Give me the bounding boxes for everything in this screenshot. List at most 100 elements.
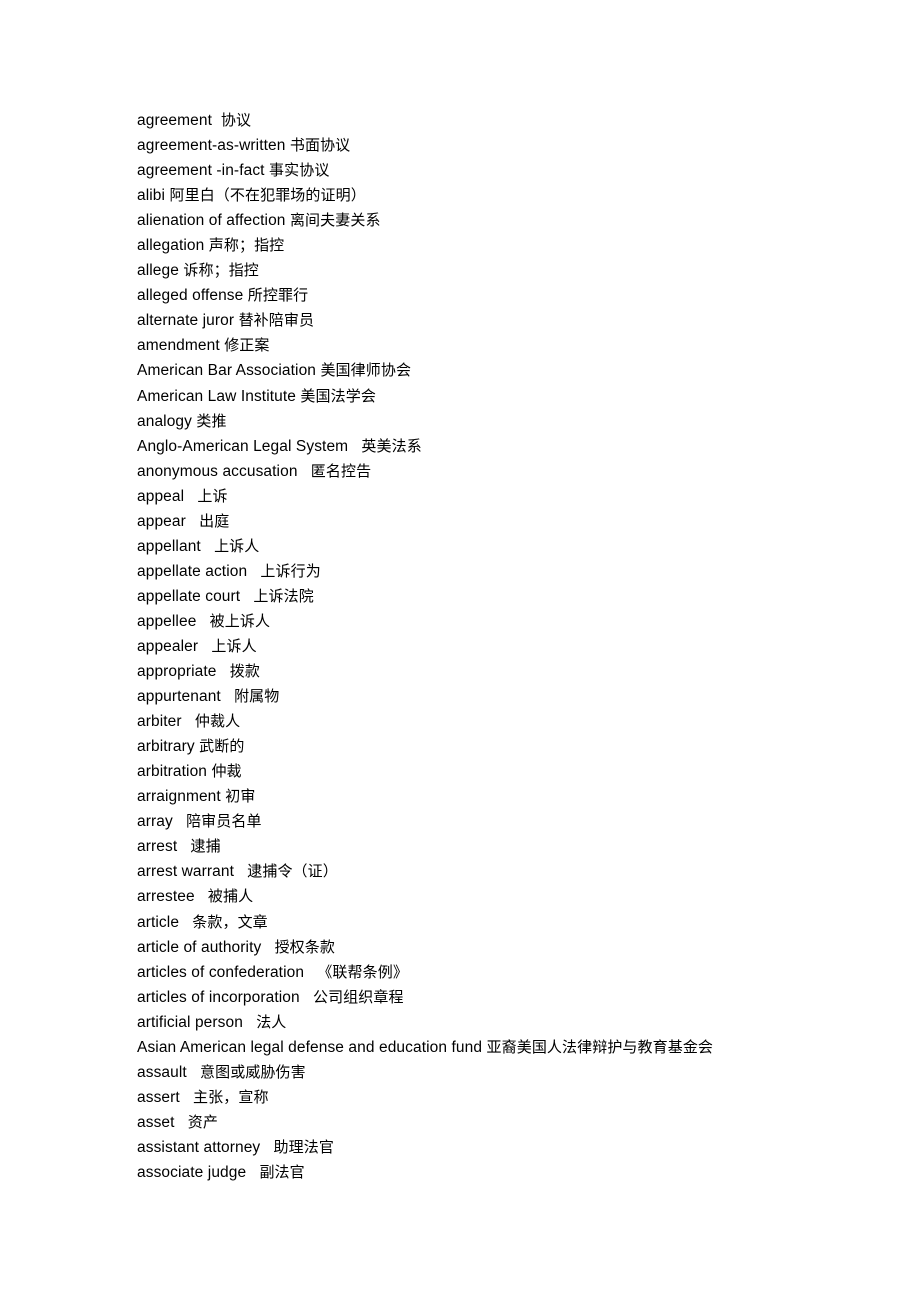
glossary-entry: allege 诉称；指控 bbox=[137, 258, 785, 283]
entry-gloss: 上诉行为 bbox=[260, 561, 321, 580]
entry-separator bbox=[240, 588, 253, 605]
entry-gloss: 修正案 bbox=[224, 336, 270, 355]
entry-term: appear bbox=[137, 512, 186, 530]
glossary-entry: alibi 阿里白（不在犯罪场的证明） bbox=[137, 183, 785, 208]
glossary-entry: articles of confederation 《联帮条例》 bbox=[137, 960, 785, 985]
glossary-entry: appear 出庭 bbox=[137, 509, 785, 534]
entry-gloss: 离间夫妻关系 bbox=[289, 211, 381, 230]
entry-gloss: 拨款 bbox=[229, 662, 260, 681]
glossary-entry: alienation of affection 离间夫妻关系 bbox=[137, 208, 785, 233]
entry-gloss: 匿名控告 bbox=[310, 461, 372, 480]
entry-separator bbox=[177, 838, 190, 855]
glossary-entry: article of authority 授权条款 bbox=[137, 935, 785, 960]
entry-term: appealer bbox=[137, 637, 199, 655]
glossary-entry: analogy 类推 bbox=[137, 409, 785, 434]
entry-separator bbox=[217, 663, 230, 680]
entry-gloss: 类推 bbox=[196, 411, 227, 430]
glossary-entry: appellant 上诉人 bbox=[137, 534, 785, 559]
entry-term: Anglo-American Legal System bbox=[137, 437, 349, 455]
entry-gloss: 意图或威胁伤害 bbox=[200, 1062, 306, 1081]
entry-term: agreement -in-fact bbox=[137, 162, 265, 180]
entry-term: amendment bbox=[137, 337, 220, 355]
entry-term: alibi bbox=[137, 187, 166, 205]
entry-separator bbox=[182, 713, 195, 730]
glossary-entry: American Law Institute 美国法学会 bbox=[137, 384, 785, 409]
entry-term: agreement-as-written bbox=[137, 137, 286, 155]
glossary-entry: article 条款，文章 bbox=[137, 910, 785, 935]
entry-gloss: 初审 bbox=[225, 787, 256, 806]
glossary-entry: alternate juror 替补陪审员 bbox=[137, 308, 785, 333]
glossary-entry: appealer 上诉人 bbox=[137, 634, 785, 659]
entry-gloss: 上诉人 bbox=[211, 636, 257, 655]
entry-gloss: 声称；指控 bbox=[208, 236, 285, 255]
entry-separator bbox=[201, 538, 214, 555]
glossary-entry: asset 资产 bbox=[137, 1110, 785, 1135]
glossary-entry: Asian American legal defense and educati… bbox=[137, 1035, 785, 1060]
glossary-entry: appellate action 上诉行为 bbox=[137, 559, 785, 584]
entry-term: Asian American legal defense and educati… bbox=[137, 1038, 483, 1056]
entry-separator bbox=[180, 1089, 193, 1106]
entry-gloss: 被捕人 bbox=[207, 887, 254, 906]
entry-separator bbox=[243, 1014, 256, 1031]
entry-separator bbox=[186, 513, 199, 530]
glossary-entry: American Bar Association 美国律师协会 bbox=[137, 358, 785, 383]
entry-term: analogy bbox=[137, 412, 192, 430]
entry-term: arrestee bbox=[137, 888, 195, 906]
entry-separator bbox=[221, 688, 234, 705]
glossary-entry: appropriate 拨款 bbox=[137, 659, 785, 684]
glossary-list: agreement 协议 agreement-as-written 书面协议 agr… bbox=[137, 108, 785, 1185]
entry-term: appeal bbox=[137, 487, 185, 505]
entry-gloss: 副法官 bbox=[259, 1162, 305, 1181]
entry-term: appropriate bbox=[137, 663, 217, 681]
entry-separator bbox=[247, 563, 260, 580]
entry-separator bbox=[298, 463, 311, 480]
entry-gloss: 法人 bbox=[256, 1012, 287, 1031]
entry-gloss: 助理法官 bbox=[273, 1137, 334, 1156]
glossary-entry: Anglo-American Legal System 英美法系 bbox=[137, 434, 785, 459]
glossary-entry: alleged offense 所控罪行 bbox=[137, 283, 785, 308]
entry-gloss: 书面协议 bbox=[289, 136, 351, 155]
glossary-entry: arrestee 被捕人 bbox=[137, 884, 785, 909]
entry-separator bbox=[304, 964, 317, 981]
entry-separator bbox=[173, 813, 186, 830]
entry-gloss: 英美法系 bbox=[361, 436, 422, 455]
entry-separator bbox=[196, 613, 209, 630]
entry-separator bbox=[300, 989, 313, 1006]
entry-separator bbox=[348, 438, 361, 455]
entry-term: alienation of affection bbox=[137, 212, 286, 230]
entry-term: appellee bbox=[137, 612, 197, 630]
entry-gloss: 仲裁 bbox=[211, 762, 242, 781]
entry-term: arrest warrant bbox=[137, 863, 235, 881]
entry-gloss: 公司组织章程 bbox=[312, 987, 404, 1006]
entry-gloss: 协议 bbox=[220, 111, 252, 129]
entry-gloss: 上诉 bbox=[197, 486, 228, 505]
entry-term: arbitration bbox=[137, 763, 208, 781]
entry-term: anonymous accusation bbox=[137, 462, 298, 480]
entry-term: associate judge bbox=[137, 1163, 247, 1181]
entry-separator bbox=[234, 863, 247, 880]
entry-gloss: 逮捕令（证） bbox=[247, 862, 338, 881]
entry-separator bbox=[187, 1064, 200, 1081]
glossary-entry: arbitrary 武断的 bbox=[137, 734, 785, 759]
entry-separator bbox=[260, 1139, 273, 1156]
entry-term: alternate juror bbox=[137, 312, 235, 330]
entry-term: appurtenant bbox=[137, 688, 221, 706]
glossary-entry: associate judge 副法官 bbox=[137, 1160, 785, 1185]
entry-term: assert bbox=[137, 1088, 180, 1106]
glossary-entry: agreement-as-written 书面协议 bbox=[137, 133, 785, 158]
glossary-entry: appellee 被上诉人 bbox=[137, 609, 785, 634]
entry-term: appellate action bbox=[137, 562, 248, 580]
entry-term: asset bbox=[137, 1113, 175, 1131]
glossary-entry: amendment 修正案 bbox=[137, 333, 785, 358]
entry-gloss: 替补陪审员 bbox=[238, 311, 315, 330]
entry-term: alleged offense bbox=[137, 287, 244, 305]
entry-term: appellant bbox=[137, 537, 201, 555]
glossary-entry: articles of incorporation 公司组织章程 bbox=[137, 985, 785, 1010]
entry-gloss: 授权条款 bbox=[274, 937, 335, 956]
entry-gloss: 被上诉人 bbox=[209, 611, 271, 630]
entry-gloss: 阿里白（不在犯罪场的证明） bbox=[169, 186, 366, 205]
entry-gloss: 仲裁人 bbox=[194, 712, 241, 731]
glossary-entry: allegation 声称；指控 bbox=[137, 233, 785, 258]
entry-gloss: 陪审员名单 bbox=[186, 812, 262, 831]
entry-term: assistant attorney bbox=[137, 1138, 261, 1156]
